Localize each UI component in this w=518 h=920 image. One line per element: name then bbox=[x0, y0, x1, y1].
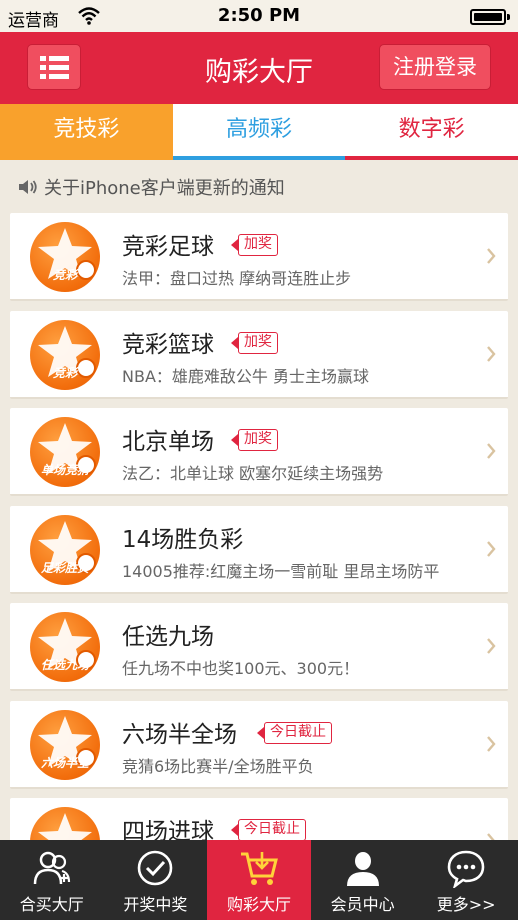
lottery-logo-icon: 足彩胜负 bbox=[30, 514, 100, 585]
lottery-title: 北京单场 bbox=[122, 429, 214, 455]
logo-text: 任选九场 bbox=[40, 658, 89, 672]
chevron-right-icon bbox=[487, 540, 496, 557]
chevron-right-icon bbox=[487, 443, 496, 459]
lottery-subtitle: NBA：雄鹿难敌公牛 勇士主场赢球 bbox=[122, 366, 369, 386]
tabbar-label: 合买大厅 bbox=[19, 895, 84, 914]
lottery-title: 竞彩足球 bbox=[122, 234, 214, 260]
lottery-subtitle: 竞猜6场比赛半/全场胜平负 bbox=[122, 756, 314, 776]
lottery-logo-icon: 六场半全 bbox=[30, 709, 100, 780]
tabbar-item-group-buy[interactable]: 合买大厅 bbox=[0, 840, 104, 920]
lottery-subtitle: 任九场不中也奖100元、300元！ bbox=[122, 659, 360, 678]
logo-text: 单场竞猜 bbox=[40, 463, 89, 477]
update-notice[interactable]: 关于iPhone客户端更新的通知 bbox=[18, 174, 285, 200]
tabbar-label: 会员中心 bbox=[330, 895, 395, 914]
speaker-icon bbox=[19, 180, 37, 194]
tab-high-frequency[interactable]: 高频彩 bbox=[172, 104, 346, 160]
promo-badge: 加奖 bbox=[231, 331, 278, 354]
shopping-cart-icon bbox=[240, 852, 278, 885]
tabbar-label: 购彩大厅 bbox=[226, 895, 291, 914]
check-circle-icon bbox=[138, 850, 173, 886]
lottery-title: 六场半全场 bbox=[122, 721, 237, 748]
lottery-title: 竞彩篮球 bbox=[122, 331, 214, 358]
promo-badge: 今日截止 bbox=[231, 819, 306, 841]
user-icon bbox=[346, 852, 379, 886]
bottom-tab-bar: 合买大厅 开奖中奖 购彩大厅 会员中心 更多>> bbox=[0, 840, 518, 920]
chevron-right-icon bbox=[487, 638, 496, 654]
lottery-subtitle: 法甲：盘口过热 摩纳哥连胜止步 bbox=[122, 269, 352, 288]
tab-sports-lottery[interactable]: 竞技彩 bbox=[0, 104, 173, 160]
lottery-subtitle: 14005推荐:红魔主场一雪前耻 里昂主场防平 bbox=[122, 561, 440, 581]
lottery-card[interactable]: 单场竞猜 北京单场 加奖法乙：北单让球 欧塞尔延续主场强势 bbox=[10, 408, 508, 496]
chat-more-icon bbox=[447, 850, 485, 888]
logo-text: 竞彩 bbox=[52, 268, 77, 282]
lottery-card[interactable]: 任选九场 任选九场 任九场不中也奖100元、300元！ bbox=[10, 603, 508, 691]
tab-numeric-lottery[interactable]: 数字彩 bbox=[345, 104, 518, 160]
status-bar: 运营商 2:50 PM bbox=[0, 0, 518, 32]
tabbar-label: 更多>> bbox=[436, 895, 496, 914]
lottery-logo-icon: 单场竞猜 bbox=[30, 417, 100, 487]
clock: 2:50 PM bbox=[217, 5, 301, 26]
tabbar-label: 开奖中奖 bbox=[123, 895, 188, 914]
logo-text: 足彩胜负 bbox=[40, 560, 89, 575]
logo-text: 六场半全 bbox=[40, 755, 89, 770]
lottery-card[interactable]: 竞彩 竞彩足球 加奖法甲：盘口过热 摩纳哥连胜止步 bbox=[10, 213, 508, 301]
promo-badge: 今日截止 bbox=[257, 721, 332, 744]
promo-badge: 加奖 bbox=[231, 429, 278, 451]
logo-text: 竞彩 bbox=[52, 365, 77, 380]
lottery-card[interactable]: 六场半全 六场半全场 今日截止竞猜6场比赛半/全场胜平负 bbox=[10, 700, 508, 789]
promo-badge: 加奖 bbox=[231, 234, 278, 256]
category-tabs: 竞技彩 高频彩 数字彩 bbox=[0, 104, 518, 160]
lottery-card[interactable]: 足彩胜负 14场胜负彩 14005推荐:红魔主场一雪前耻 里昂主场防平 bbox=[10, 505, 508, 594]
chevron-right-icon bbox=[487, 345, 496, 362]
register-login-button[interactable]: 注册登录 bbox=[379, 44, 491, 90]
group-buy-icon bbox=[33, 851, 70, 885]
tabbar-item-check-circle[interactable]: 开奖中奖 bbox=[104, 840, 208, 920]
tabbar-item-shopping-cart[interactable]: 购彩大厅 bbox=[207, 840, 311, 920]
battery-icon bbox=[470, 9, 510, 25]
lottery-subtitle: 法乙：北单让球 欧塞尔延续主场强势 bbox=[122, 464, 384, 483]
notice-text: 关于iPhone客户端更新的通知 bbox=[44, 178, 285, 199]
header: 购彩大厅 注册登录 bbox=[0, 32, 518, 104]
chevron-right-icon bbox=[487, 735, 496, 752]
chevron-right-icon bbox=[487, 248, 496, 264]
lottery-card[interactable]: 竞彩 竞彩篮球 加奖 NBA：雄鹿难敌公牛 勇士主场赢球 bbox=[10, 310, 508, 399]
lottery-logo-icon: 任选九场 bbox=[30, 612, 100, 682]
tabbar-item-chat-more[interactable]: 更多>> bbox=[414, 840, 518, 920]
lottery-logo-icon: 竞彩 bbox=[30, 222, 100, 292]
tabbar-item-user[interactable]: 会员中心 bbox=[311, 840, 415, 920]
lottery-logo-icon: 竞彩 bbox=[30, 319, 100, 390]
lottery-title: 14场胜负彩 bbox=[122, 526, 244, 553]
lottery-title: 任选九场 bbox=[122, 624, 214, 650]
